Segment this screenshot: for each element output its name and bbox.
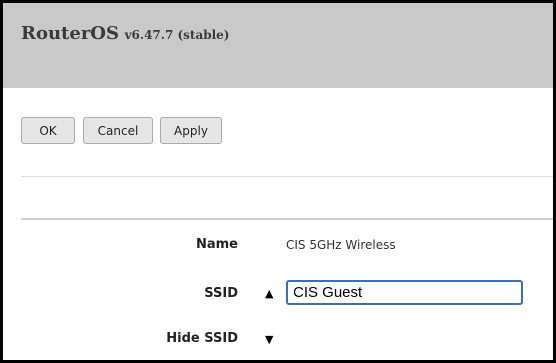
name-value: CIS 5GHz Wireless xyxy=(286,238,396,252)
app-name: RouterOS xyxy=(21,23,119,44)
apply-button[interactable]: Apply xyxy=(160,117,222,144)
triangle-up-icon[interactable]: ▲ xyxy=(265,287,273,300)
name-label: Name xyxy=(195,237,238,252)
hide-ssid-label: Hide SSID xyxy=(166,331,238,346)
ok-button[interactable]: OK xyxy=(21,117,75,144)
ssid-input[interactable] xyxy=(286,280,523,305)
page-title: RouterOS v6.47.7 (stable) xyxy=(21,23,229,44)
ssid-label: SSID xyxy=(204,286,238,301)
page-header: RouterOS v6.47.7 (stable) xyxy=(3,3,553,88)
winbox-window: RouterOS v6.47.7 (stable) OK Cancel Appl… xyxy=(3,3,553,360)
divider xyxy=(21,218,553,220)
cancel-button[interactable]: Cancel xyxy=(83,117,153,144)
app-version: v6.47.7 (stable) xyxy=(124,28,230,42)
triangle-down-icon[interactable]: ▼ xyxy=(265,333,273,346)
divider xyxy=(21,176,553,177)
